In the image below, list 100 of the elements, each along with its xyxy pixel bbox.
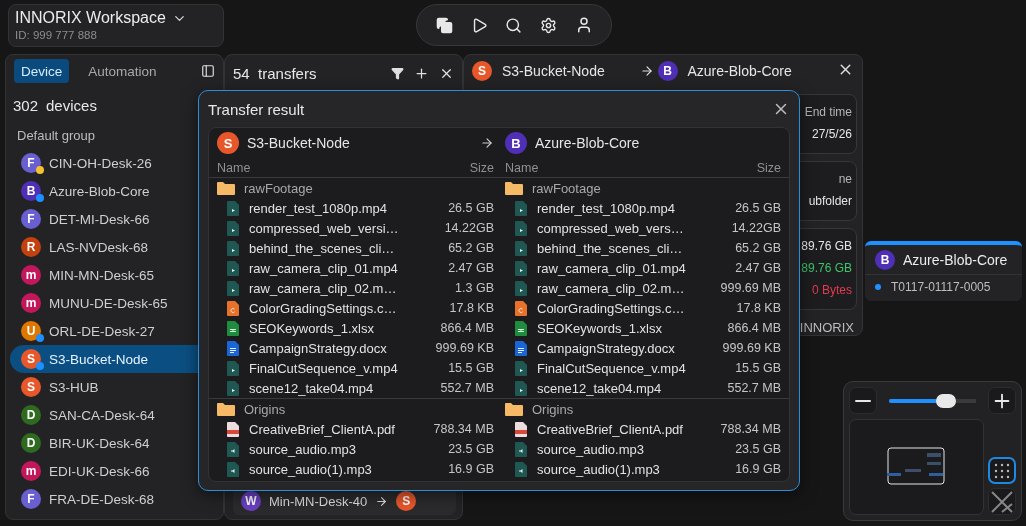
zoom-in-button[interactable]	[988, 387, 1016, 414]
avatar: S	[21, 377, 41, 397]
workspace-id: ID: 999 777 888	[15, 29, 98, 41]
video-file-icon	[227, 360, 239, 376]
document-icon	[515, 340, 527, 356]
avatar: W	[241, 491, 261, 511]
file-name: behind_the_scenes_cli…	[249, 240, 396, 256]
device-item[interactable]: D SAN-CA-Desk-64	[10, 401, 223, 429]
file-size: 552.7 MB	[727, 381, 781, 395]
avatar: S	[472, 61, 492, 81]
video-file-icon	[227, 220, 239, 236]
file-size: 1.3 GB	[455, 281, 494, 295]
workspace-card[interactable]: INNORIX Workspace ID: 999 777 888	[8, 4, 224, 47]
audio-file-icon	[227, 441, 239, 457]
avatar: S	[396, 491, 417, 511]
device-item[interactable]: S S3-HUB	[10, 373, 223, 401]
device-item[interactable]: m EDI-UK-Desk-66	[10, 457, 223, 485]
document-icon	[227, 340, 239, 356]
file-name: compressed_web_versi…	[249, 220, 400, 236]
folder-icon	[505, 402, 523, 416]
file-name: CreativeBrief_ClientA.pdf	[537, 421, 684, 437]
footer-text: INNORIX	[799, 319, 855, 335]
device-count-label: devices	[46, 97, 97, 114]
file-size: 65.2 GB	[735, 241, 781, 255]
folder-name: Origins	[244, 401, 286, 417]
file-size: 552.7 MB	[440, 381, 494, 395]
file-name: source_audio.mp3	[537, 441, 645, 457]
file-name: source_audio(1).mp3	[537, 461, 661, 477]
file-size: 16.9 GB	[448, 462, 494, 476]
device-name: S3-Bucket-Node	[247, 135, 351, 151]
file-size: 26.5 GB	[448, 201, 494, 215]
device-item[interactable]: B Azure-Blob-Core	[10, 177, 223, 205]
workspace-title: INNORIX Workspace	[15, 9, 166, 27]
folder-name: rawFootage	[532, 180, 601, 196]
folder-name: rawFootage	[244, 180, 313, 196]
card-text: 89.76 GB	[801, 260, 852, 277]
file-size: 65.2 GB	[448, 241, 494, 255]
file-size: 999.69 MB	[720, 281, 781, 295]
video-file-icon	[227, 240, 239, 256]
pdf-file-icon	[515, 421, 527, 437]
file-size: 23.5 GB	[448, 442, 494, 456]
video-file-icon	[227, 280, 239, 296]
minimap[interactable]	[849, 419, 984, 515]
file-name: SEOKeywords_1.xlsx	[249, 320, 375, 336]
device-item[interactable]: D BIR-UK-Desk-64	[10, 429, 223, 457]
tab[interactable]: Device	[14, 59, 70, 83]
file-name: render_test_1080p.mp4	[249, 200, 389, 216]
device-item[interactable]: m MUNU-DE-Desk-65	[10, 289, 223, 317]
folder-icon	[505, 181, 523, 195]
file-size: 17.8 KB	[449, 301, 494, 315]
file-size: 866.4 MB	[727, 321, 781, 335]
avatar: R	[21, 237, 41, 257]
file-name: scene12_take04.mp4	[537, 380, 663, 396]
file-size: 999.69 KB	[722, 341, 781, 355]
device-item[interactable]: U ORL-DE-Desk-27	[10, 317, 223, 345]
file-size: 14.22GB	[731, 221, 781, 235]
device-item[interactable]: m MIN-MN-Desk-65	[10, 261, 223, 289]
grid-button[interactable]	[988, 457, 1016, 484]
audio-file-icon	[227, 461, 239, 477]
file-name: CampaignStrategy.docx	[249, 340, 388, 356]
file-name: raw_camera_clip_01.mp4	[249, 260, 399, 276]
group-label: Default group	[16, 127, 97, 145]
device-node[interactable]: B Azure-Blob-Core T0117-01117-0005	[865, 241, 1022, 301]
file-name: raw_camera_clip_01.mp4	[537, 260, 687, 276]
video-file-icon	[515, 200, 527, 216]
slider-thumb[interactable]	[935, 393, 956, 408]
spreadsheet-icon	[515, 320, 527, 336]
device-name: Azure-Blob-Core	[535, 135, 641, 151]
source-name: S3-Bucket-Node	[502, 63, 605, 79]
plus-icon[interactable]	[414, 65, 429, 81]
file-size: 999.69 KB	[435, 341, 494, 355]
video-file-icon	[515, 280, 527, 296]
file-size: 866.4 MB	[440, 321, 494, 335]
panel-left-icon[interactable]	[201, 64, 215, 78]
node-name: Azure-Blob-Core	[903, 251, 1008, 268]
video-file-icon	[515, 220, 527, 236]
card-text: End time	[804, 104, 852, 121]
file-name: scene12_take04.mp4	[249, 380, 375, 396]
file-name: source_audio.mp3	[249, 441, 357, 457]
spreadsheet-icon	[227, 320, 239, 336]
device-item[interactable]: R LAS-NVDesk-68	[10, 233, 223, 261]
target-name: Azure-Blob-Core	[687, 63, 792, 79]
code-file-icon	[227, 300, 239, 316]
file-name: render_test_1080p.mp4	[537, 200, 677, 216]
device-item[interactable]: F DET-MI-Desk-66	[10, 205, 223, 233]
tab[interactable]: Automation	[81, 59, 164, 83]
grid-dots-icon	[994, 462, 1010, 479]
video-file-icon	[515, 360, 527, 376]
file-name: behind_the_scenes_cli…	[537, 240, 684, 256]
dialog-title: Transfer result	[208, 100, 305, 118]
avatar: B	[505, 132, 527, 154]
zoom-out-button[interactable]	[849, 387, 877, 414]
audio-file-icon	[515, 461, 527, 477]
crossed-lines-button[interactable]	[988, 488, 1016, 515]
avatar: F	[21, 489, 41, 509]
card-text: 89.76 GB	[801, 238, 852, 255]
folder-icon	[217, 181, 235, 195]
filter-icon[interactable]	[391, 66, 404, 80]
device-item[interactable]: F FRA-DE-Desk-68	[10, 485, 223, 513]
file-name: FinalCutSequence_v.mp4	[249, 360, 399, 376]
